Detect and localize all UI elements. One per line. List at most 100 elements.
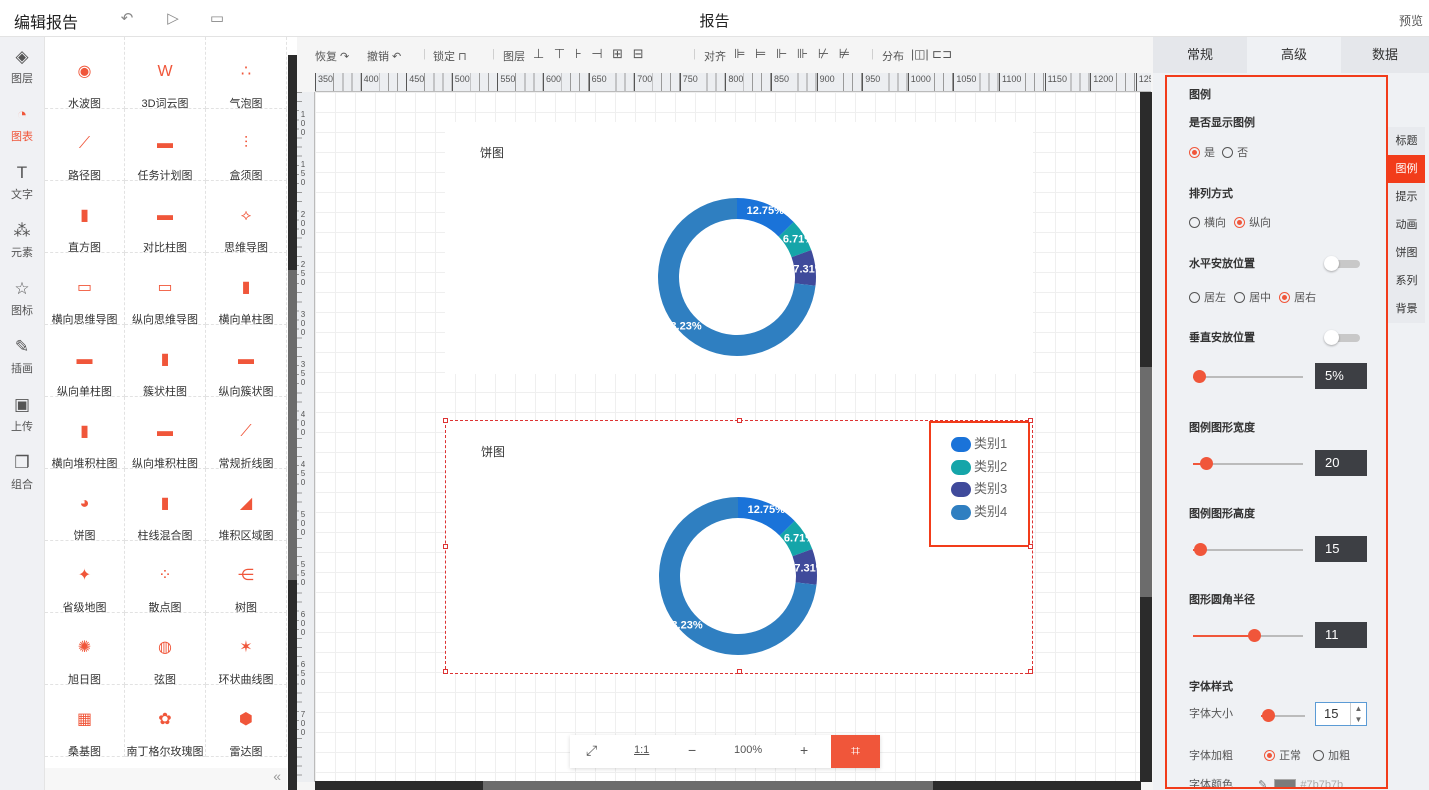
vpos-toggle[interactable] [1324,330,1360,345]
item-height-value[interactable]: 15 [1315,536,1367,562]
hpos-toggle[interactable] [1324,256,1360,271]
scroll-thumb[interactable] [1140,367,1152,597]
fit-screen-icon[interactable]: ⤢ [586,742,597,759]
eyedropper-icon[interactable]: ✎ [1258,779,1267,787]
nav-item-7[interactable]: ❐ 组合 [0,443,44,501]
chart-type-item[interactable]: ⋲ 树图 [206,541,287,614]
chart-type-item[interactable]: ▦ 桑基图 [45,685,125,758]
spinner-icon[interactable]: ▲ ▼ [1350,703,1366,725]
side-tab-6[interactable]: 背景 [1388,295,1425,323]
save-icon[interactable]: ▭ [208,10,226,28]
scroll-thumb[interactable] [288,270,297,580]
radio-bold[interactable] [1313,750,1325,761]
legend-item[interactable]: 类别3 [951,478,1007,498]
radio-vertical[interactable] [1234,217,1246,228]
chart-type-item[interactable]: W 3D词云图 [125,37,206,110]
item-width-value[interactable]: 20 [1315,450,1367,476]
chart-type-item[interactable]: ▮ 横向单柱图 [206,253,287,326]
radius-value[interactable]: 11 [1315,622,1367,648]
chart-type-item[interactable]: ◍ 弦图 [125,613,206,686]
chart-type-item[interactable]: ⫶ 盒须图 [206,109,287,182]
nav-item-2[interactable]: T 文字 [0,153,44,211]
resize-handle[interactable] [443,544,448,549]
resize-handle[interactable] [443,669,448,674]
tab-advanced[interactable]: 高级 [1247,37,1341,73]
chart-type-item[interactable]: ◉ 水波图 [45,37,125,110]
resize-handle[interactable] [1028,418,1033,423]
item-width-slider[interactable] [1193,457,1303,470]
chart-type-item[interactable]: ▬ 纵向单柱图 [45,325,125,398]
chart-type-item[interactable]: ◕ 饼图 [45,469,125,542]
side-tab-0[interactable]: 标题 [1388,127,1425,155]
resize-handle[interactable] [443,418,448,423]
tab-data[interactable]: 数据 [1341,37,1429,73]
radio-right[interactable] [1279,292,1291,303]
tab-general[interactable]: 常规 [1153,37,1247,73]
nav-item-5[interactable]: ✎ 插画 [0,327,44,385]
item-height-slider[interactable] [1193,543,1303,556]
side-tab-1[interactable]: 图例 [1388,155,1425,183]
color-swatch[interactable] [1274,779,1297,787]
scroll-thumb[interactable] [483,781,933,790]
actual-size-button[interactable]: 1:1 [634,744,649,756]
align-icons[interactable]: ⊫ ⊨ ⊩ ⊪ ⊬ ⊭ [734,46,853,62]
back-icon[interactable]: ↶ [118,10,136,28]
chart-type-item[interactable]: ⟋ 常规折线图 [206,397,287,470]
legend-item[interactable]: 类别2 [951,456,1007,475]
layer-order-icons[interactable]: ⊥ ⊤ ⊦ ⊣ ⊞ ⊟ [533,46,647,62]
grid-toggle-icon[interactable]: ⌗ [831,735,880,768]
radio-center[interactable] [1234,292,1246,303]
chart-type-item[interactable]: ⁘ 散点图 [125,541,206,614]
vertical-scrollbar-left[interactable] [288,55,297,790]
font-size-slider[interactable] [1261,709,1305,722]
collapse-panel-button[interactable]: « [45,768,287,790]
resize-handle[interactable] [1028,544,1033,549]
chart-type-item[interactable]: ⟡ 思维导图 [206,181,287,254]
chart-type-item[interactable]: ✿ 南丁格尔玫瑰图 [125,685,206,758]
resize-handle[interactable] [737,669,742,674]
chart-type-item[interactable]: ⟋ 路径图 [45,109,125,182]
legend-item[interactable]: 类别4 [951,501,1007,520]
chart-type-item[interactable]: ▬ 纵向簇状图 [206,325,287,398]
distribute-icons[interactable]: |◫| ⊏⊐ [911,47,952,61]
chart-type-item[interactable]: ▭ 纵向思维导图 [125,253,206,326]
zoom-in-button[interactable]: + [800,742,808,758]
nav-item-0[interactable]: ◈ 图层 [0,37,44,95]
preview-button[interactable]: 预览 [1399,12,1423,29]
play-icon[interactable]: ▷ [164,10,182,28]
font-size-input[interactable]: 15 ▲ ▼ [1315,702,1367,726]
radio-horizontal[interactable] [1189,217,1200,228]
vpos-value[interactable]: 5% [1315,363,1367,389]
nav-item-3[interactable]: ⁂ 元素 [0,211,44,269]
radio-left[interactable] [1189,292,1200,303]
chart-type-item[interactable]: ▮ 柱线混合图 [125,469,206,542]
chart-type-item[interactable]: ✺ 旭日图 [45,613,125,686]
zoom-out-button[interactable]: − [688,742,696,758]
chart-type-item[interactable]: ◢ 堆积区域图 [206,469,287,542]
chart-type-item[interactable]: ⬢ 雷达图 [206,685,287,758]
slider-knob[interactable] [1200,457,1213,470]
chart-type-item[interactable]: ▮ 横向堆积柱图 [45,397,125,470]
chart-type-item[interactable]: ✦ 省级地图 [45,541,125,614]
chart-type-item[interactable]: ▭ 横向思维导图 [45,253,125,326]
nav-item-1[interactable]: ◔ 图表 [0,95,44,153]
vpos-slider[interactable] [1193,370,1303,383]
radius-slider[interactable] [1193,629,1303,642]
radio-no[interactable] [1222,147,1234,158]
chart-type-item[interactable]: ▬ 纵向堆积柱图 [125,397,206,470]
slider-knob[interactable] [1193,370,1206,383]
report-canvas[interactable]: 饼图 12.75% 6.71% 7.31% 73.23% 饼图 12.75% 6.71%… [315,92,1140,781]
side-tab-4[interactable]: 饼图 [1388,239,1425,267]
slider-knob[interactable] [1194,543,1207,556]
nav-item-4[interactable]: ☆ 图标 [0,269,44,327]
chart-type-item[interactable]: ▮ 直方图 [45,181,125,254]
vertical-scrollbar-right[interactable] [1140,92,1152,782]
radio-normal[interactable] [1264,750,1276,761]
redo-button[interactable]: 恢复 ↷ [315,48,349,64]
lock-button[interactable]: 锁定 ⊓ [433,48,467,64]
side-tab-2[interactable]: 提示 [1388,183,1425,211]
legend-box[interactable]: 类别1 类别2 类别3 类别4 [929,421,1030,547]
side-tab-5[interactable]: 系列 [1388,267,1425,295]
chart-type-item[interactable]: ∴ 气泡图 [206,37,287,110]
side-tab-3[interactable]: 动画 [1388,211,1425,239]
